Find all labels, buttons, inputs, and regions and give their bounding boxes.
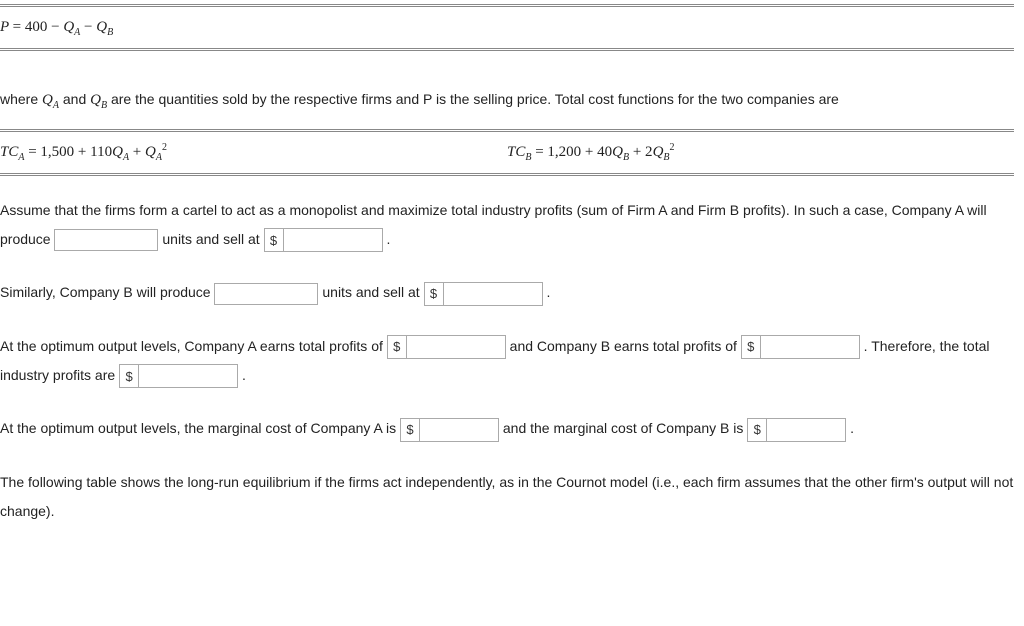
mc-a-field[interactable]: $ [400,418,499,442]
dollar-icon: $ [425,283,444,305]
marginal-cost-paragraph: At the optimum output levels, the margin… [0,414,1014,443]
cartel-paragraph: Assume that the firms form a cartel to a… [0,196,1014,255]
qa-symbol: QA [42,92,59,108]
cournot-intro-paragraph: The following table shows the long-run e… [0,468,1014,527]
mc-a-input[interactable] [420,419,498,441]
tcb-equation: TCB = 1,200 + 40QB + 2QB2 [507,144,675,160]
profits-pre-text: At the optimum output levels, Company A … [0,338,387,354]
mc-b-input[interactable] [767,419,845,441]
profit-total-field[interactable]: $ [119,364,238,388]
dollar-icon: $ [742,336,761,358]
tca-equation: TCA = 1,500 + 110QA + QA2 [0,144,167,160]
where-text-pre: where [0,91,42,107]
demand-equation: P = 400 − QA − QB [0,19,113,35]
mc-b-field[interactable]: $ [747,418,846,442]
units-sell-text-a: units and sell at [162,231,263,247]
mc-mid-text: and the marginal cost of Company B is [503,420,747,436]
company-b-paragraph: Similarly, Company B will produce units … [0,278,1014,307]
problem-page: P = 400 − QA − QB where QA and QB are th… [0,0,1024,527]
where-paragraph: where QA and QB are the quantities sold … [0,85,1014,117]
where-text-and: and [59,91,90,107]
equation-block-costs: TCA = 1,500 + 110QA + QA2 TCB = 1,200 + … [0,129,1014,176]
profits-mid-text: and Company B earns total profits of [510,338,741,354]
profit-b-input[interactable] [761,336,859,358]
period-a: . [386,231,390,247]
equation-block-demand: P = 400 − QA − QB [0,4,1014,51]
similarly-text: Similarly, Company B will produce [0,284,214,300]
profit-b-field[interactable]: $ [741,335,860,359]
company-a-price-input[interactable] [284,229,382,251]
company-a-price-field[interactable]: $ [264,228,383,252]
table-intro-text: The following table shows the long-run e… [0,474,1013,519]
company-b-price-input[interactable] [444,283,542,305]
dollar-icon: $ [120,365,139,387]
where-text-post: are the quantities sold by the respectiv… [107,91,839,107]
profit-a-input[interactable] [407,336,505,358]
period-profits: . [242,367,246,383]
dollar-icon: $ [388,336,407,358]
dollar-icon: $ [401,419,420,441]
dollar-icon: $ [748,419,767,441]
dollar-icon: $ [265,229,284,251]
company-b-quantity-input[interactable] [214,283,318,305]
mc-pre-text: At the optimum output levels, the margin… [0,420,400,436]
company-b-price-field[interactable]: $ [424,282,543,306]
period-b: . [546,284,550,300]
profit-a-field[interactable]: $ [387,335,506,359]
profit-total-input[interactable] [139,365,237,387]
period-mc: . [850,420,854,436]
company-a-quantity-input[interactable] [54,229,158,251]
units-sell-text-b: units and sell at [322,284,423,300]
profits-paragraph: At the optimum output levels, Company A … [0,332,1014,391]
qb-symbol: QB [90,92,107,108]
